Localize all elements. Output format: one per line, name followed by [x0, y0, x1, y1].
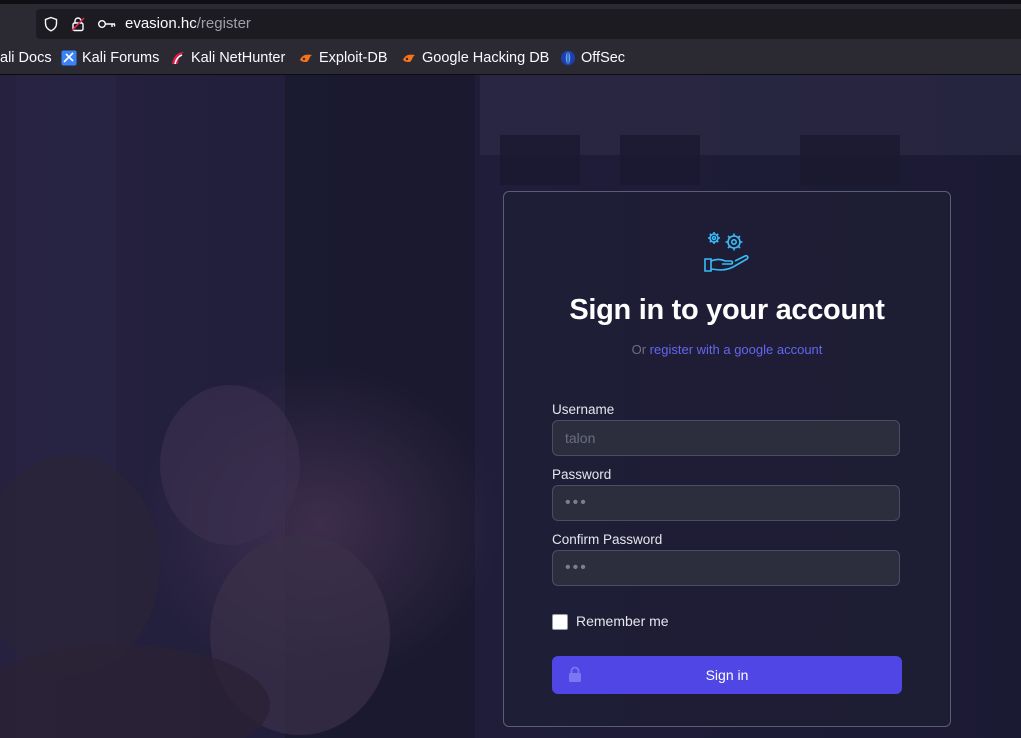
- kali-forums-icon: [61, 50, 77, 66]
- sign-in-label: Sign in: [705, 667, 749, 683]
- bookmark-exploit-db[interactable]: Exploit-DB: [298, 42, 388, 74]
- remember-me-checkbox[interactable]: [552, 614, 568, 630]
- google-hacking-db-icon: [401, 50, 417, 66]
- password-input[interactable]: •••: [552, 485, 900, 521]
- bookmark-label: Google Hacking DB: [422, 50, 550, 66]
- key-icon[interactable]: [97, 16, 117, 36]
- insecure-lock-icon[interactable]: [70, 16, 86, 36]
- url-host: evasion.hc: [125, 15, 197, 32]
- bookmark-kali-docs[interactable]: ali Docs: [0, 42, 52, 74]
- page-title: Sign in to your account: [569, 294, 885, 326]
- bookmarks-toolbar: ali Docs Kali Forums Kali NetHunter Expl…: [0, 42, 1021, 75]
- gears-hand-icon: [703, 229, 751, 277]
- confirm-password-input[interactable]: •••: [552, 550, 900, 586]
- bookmark-kali-forums[interactable]: Kali Forums: [61, 42, 159, 74]
- login-card: Sign in to your account Or register with…: [503, 191, 951, 727]
- toolbar: evasion.hc/register: [0, 4, 1021, 42]
- password-label: Password: [552, 467, 612, 482]
- subtitle-prefix: Or: [631, 342, 647, 357]
- bookmark-label: OffSec: [581, 50, 626, 66]
- exploit-db-icon: [298, 50, 314, 66]
- bookmark-label: Exploit-DB: [319, 50, 388, 66]
- url-text[interactable]: evasion.hc/register: [125, 15, 251, 32]
- remember-me-label[interactable]: Remember me: [576, 613, 669, 629]
- confirm-password-label: Confirm Password: [552, 532, 663, 547]
- username-input[interactable]: talon: [552, 420, 900, 456]
- bookmark-label: Kali Forums: [82, 50, 160, 66]
- username-label: Username: [552, 402, 615, 417]
- google-register-link[interactable]: register with a google account: [650, 342, 823, 357]
- address-bar[interactable]: evasion.hc/register: [36, 9, 1021, 39]
- shield-icon[interactable]: [43, 16, 59, 36]
- offsec-icon: [560, 50, 576, 66]
- bookmark-label: Kali NetHunter: [191, 50, 286, 66]
- register-page: Sign in to your account Or register with…: [0, 75, 1021, 738]
- bookmark-offsec[interactable]: OffSec: [560, 42, 625, 74]
- sign-in-button[interactable]: Sign in: [552, 656, 902, 694]
- kali-nethunter-icon: [170, 50, 186, 66]
- url-path: /register: [196, 15, 251, 32]
- bookmark-label: ali Docs: [0, 50, 52, 66]
- subtitle: Or register with a google account: [504, 342, 950, 357]
- bookmark-kali-nethunter[interactable]: Kali NetHunter: [170, 42, 285, 74]
- bookmark-google-hacking-db[interactable]: Google Hacking DB: [401, 42, 549, 74]
